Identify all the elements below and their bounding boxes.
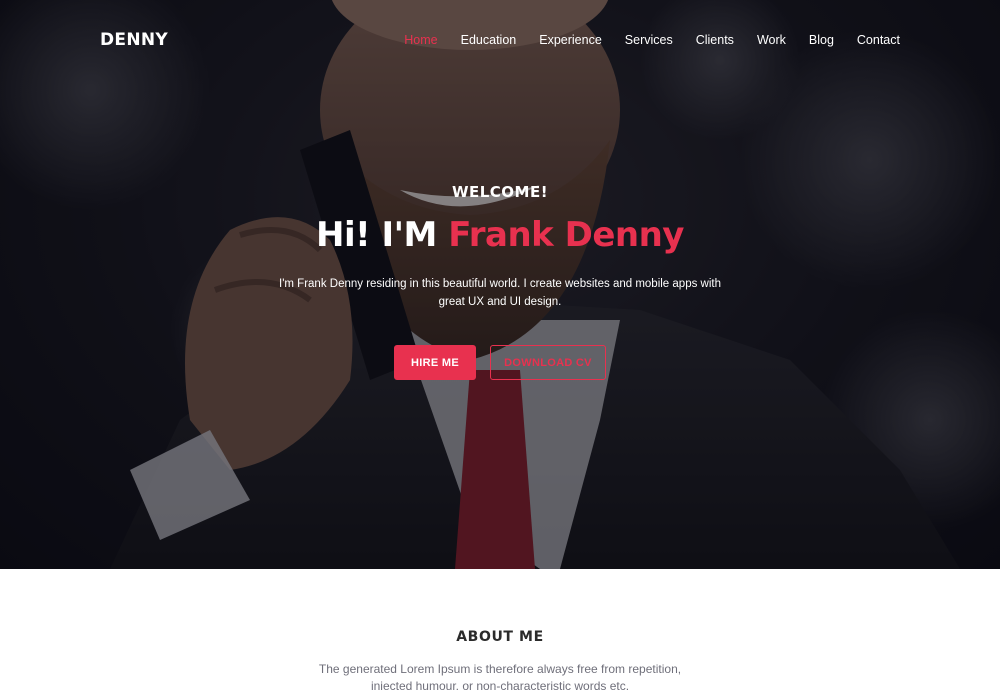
about-text: The generated Lorem Ipsum is therefore a… (318, 662, 682, 690)
nav-item-experience[interactable]: Experience (539, 33, 602, 47)
nav-item-home[interactable]: Home (404, 33, 437, 47)
nav-item-clients[interactable]: Clients (696, 33, 734, 47)
hero-section: DENNY Home Education Experience Services… (0, 0, 1000, 569)
download-cv-button[interactable]: DOWNLOAD CV (490, 345, 606, 380)
nav-menu: Home Education Experience Services Clien… (381, 33, 900, 47)
nav-item-contact[interactable]: Contact (857, 33, 900, 47)
headline-name: Frank Denny (448, 215, 684, 255)
hero-headline: Hi! I'M Frank Denny (0, 215, 1000, 255)
about-title: ABOUT ME (456, 629, 544, 645)
brand-logo[interactable]: DENNY (100, 30, 168, 50)
about-section: ABOUT ME The generated Lorem Ipsum is th… (0, 569, 1000, 690)
nav-item-services[interactable]: Services (625, 33, 673, 47)
hire-me-button[interactable]: HIRE ME (394, 345, 476, 380)
top-navbar: DENNY Home Education Experience Services… (0, 0, 1000, 80)
hero-intro-text: I'm Frank Denny residing in this beautif… (279, 278, 721, 308)
welcome-heading: WELCOME! (451, 183, 549, 201)
nav-item-blog[interactable]: Blog (809, 33, 834, 47)
nav-item-work[interactable]: Work (757, 33, 786, 47)
headline-prefix: Hi! I'M (316, 215, 449, 255)
nav-item-education[interactable]: Education (461, 33, 517, 47)
